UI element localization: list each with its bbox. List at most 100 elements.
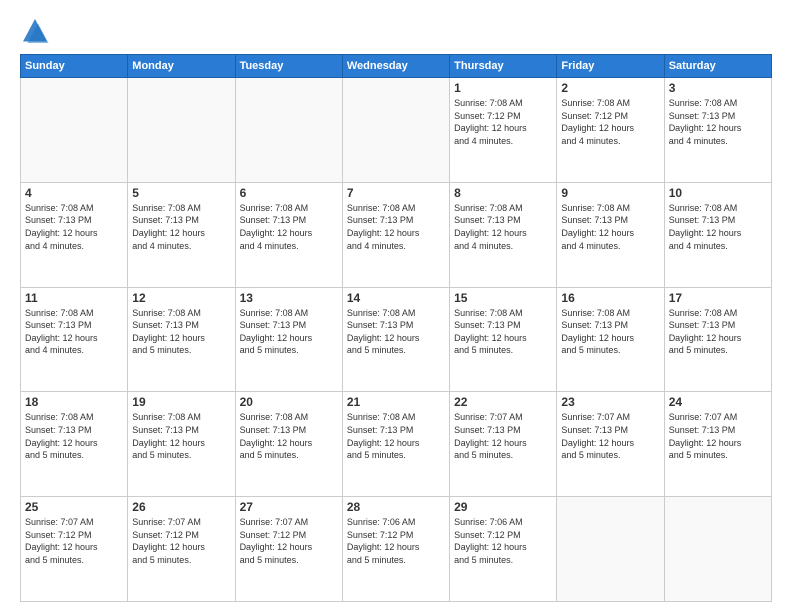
calendar-table: SundayMondayTuesdayWednesdayThursdayFrid… [20, 54, 772, 602]
day-number: 11 [25, 291, 123, 305]
weekday-monday: Monday [128, 55, 235, 78]
day-number: 5 [132, 186, 230, 200]
day-info: Sunrise: 7:08 AM Sunset: 7:13 PM Dayligh… [454, 202, 552, 252]
day-cell: 28 Sunrise: 7:06 AM Sunset: 7:12 PM Dayli… [342, 497, 449, 602]
day-number: 26 [132, 500, 230, 514]
day-info: Sunrise: 7:07 AM Sunset: 7:13 PM Dayligh… [669, 411, 767, 461]
day-number: 3 [669, 81, 767, 95]
week-row-0: 1 Sunrise: 7:08 AM Sunset: 7:12 PM Daylig… [21, 78, 772, 183]
day-cell: 15 Sunrise: 7:08 AM Sunset: 7:13 PM Dayli… [450, 287, 557, 392]
day-cell: 22 Sunrise: 7:07 AM Sunset: 7:13 PM Dayli… [450, 392, 557, 497]
day-info: Sunrise: 7:08 AM Sunset: 7:13 PM Dayligh… [240, 411, 338, 461]
day-number: 17 [669, 291, 767, 305]
logo-icon [20, 16, 50, 46]
day-cell: 5 Sunrise: 7:08 AM Sunset: 7:13 PM Daylig… [128, 182, 235, 287]
day-number: 8 [454, 186, 552, 200]
day-info: Sunrise: 7:08 AM Sunset: 7:13 PM Dayligh… [347, 307, 445, 357]
day-cell: 2 Sunrise: 7:08 AM Sunset: 7:12 PM Daylig… [557, 78, 664, 183]
week-row-4: 25Sunrise: 7:07 AM Sunset: 7:12 PM Dayli… [21, 497, 772, 602]
day-number: 7 [347, 186, 445, 200]
day-cell: 12 Sunrise: 7:08 AM Sunset: 7:13 PM Dayli… [128, 287, 235, 392]
day-info: Sunrise: 7:08 AM Sunset: 7:13 PM Dayligh… [347, 411, 445, 461]
day-cell [235, 78, 342, 183]
day-cell [664, 497, 771, 602]
day-number: 27 [240, 500, 338, 514]
day-number: 28 [347, 500, 445, 514]
day-number: 24 [669, 395, 767, 409]
day-info: Sunrise: 7:08 AM Sunset: 7:13 PM Dayligh… [454, 307, 552, 357]
logo [20, 16, 54, 46]
day-cell: 24 Sunrise: 7:07 AM Sunset: 7:13 PM Dayli… [664, 392, 771, 497]
day-info: Sunrise: 7:08 AM Sunset: 7:13 PM Dayligh… [25, 411, 123, 461]
day-cell: 18 Sunrise: 7:08 AM Sunset: 7:13 PM Dayli… [21, 392, 128, 497]
day-cell [342, 78, 449, 183]
day-number: 12 [132, 291, 230, 305]
week-row-2: 11 Sunrise: 7:08 AM Sunset: 7:13 PM Dayli… [21, 287, 772, 392]
day-info: Sunrise: 7:08 AM Sunset: 7:13 PM Dayligh… [561, 307, 659, 357]
day-info: Sunrise: 7:08 AM Sunset: 7:12 PM Dayligh… [454, 97, 552, 147]
day-cell: 11 Sunrise: 7:08 AM Sunset: 7:13 PM Dayli… [21, 287, 128, 392]
day-cell: 7 Sunrise: 7:08 AM Sunset: 7:13 PM Daylig… [342, 182, 449, 287]
day-number: 9 [561, 186, 659, 200]
day-info: Sunrise: 7:07 AM Sunset: 7:13 PM Dayligh… [561, 411, 659, 461]
day-info: Sunrise: 7:06 AM Sunset: 7:12 PM Dayligh… [454, 516, 552, 566]
day-number: 10 [669, 186, 767, 200]
day-info: Sunrise: 7:08 AM Sunset: 7:13 PM Dayligh… [347, 202, 445, 252]
day-info: Sunrise: 7:07 AM Sunset: 7:12 PM Dayligh… [25, 516, 123, 566]
day-cell: 19 Sunrise: 7:08 AM Sunset: 7:13 PM Dayli… [128, 392, 235, 497]
day-info: Sunrise: 7:08 AM Sunset: 7:13 PM Dayligh… [669, 307, 767, 357]
day-cell: 16 Sunrise: 7:08 AM Sunset: 7:13 PM Dayli… [557, 287, 664, 392]
week-row-3: 18 Sunrise: 7:08 AM Sunset: 7:13 PM Dayli… [21, 392, 772, 497]
day-info: Sunrise: 7:08 AM Sunset: 7:13 PM Dayligh… [132, 307, 230, 357]
day-cell: 3Sunrise: 7:08 AM Sunset: 7:13 PM Daylig… [664, 78, 771, 183]
day-info: Sunrise: 7:08 AM Sunset: 7:13 PM Dayligh… [561, 202, 659, 252]
day-cell [557, 497, 664, 602]
day-number: 19 [132, 395, 230, 409]
day-info: Sunrise: 7:07 AM Sunset: 7:12 PM Dayligh… [240, 516, 338, 566]
day-info: Sunrise: 7:08 AM Sunset: 7:12 PM Dayligh… [561, 97, 659, 147]
day-number: 29 [454, 500, 552, 514]
day-cell: 8 Sunrise: 7:08 AM Sunset: 7:13 PM Daylig… [450, 182, 557, 287]
day-number: 16 [561, 291, 659, 305]
day-number: 1 [454, 81, 552, 95]
day-cell: 27 Sunrise: 7:07 AM Sunset: 7:12 PM Dayli… [235, 497, 342, 602]
header [20, 16, 772, 46]
day-cell: 14 Sunrise: 7:08 AM Sunset: 7:13 PM Dayli… [342, 287, 449, 392]
day-number: 22 [454, 395, 552, 409]
day-number: 13 [240, 291, 338, 305]
weekday-header-row: SundayMondayTuesdayWednesdayThursdayFrid… [21, 55, 772, 78]
day-number: 15 [454, 291, 552, 305]
weekday-saturday: Saturday [664, 55, 771, 78]
day-number: 14 [347, 291, 445, 305]
day-number: 21 [347, 395, 445, 409]
day-info: Sunrise: 7:06 AM Sunset: 7:12 PM Dayligh… [347, 516, 445, 566]
day-cell: 17 Sunrise: 7:08 AM Sunset: 7:13 PM Dayli… [664, 287, 771, 392]
day-number: 23 [561, 395, 659, 409]
day-cell: 4Sunrise: 7:08 AM Sunset: 7:13 PM Daylig… [21, 182, 128, 287]
day-cell: 21 Sunrise: 7:08 AM Sunset: 7:13 PM Dayli… [342, 392, 449, 497]
day-cell: 1 Sunrise: 7:08 AM Sunset: 7:12 PM Daylig… [450, 78, 557, 183]
day-info: Sunrise: 7:07 AM Sunset: 7:13 PM Dayligh… [454, 411, 552, 461]
weekday-tuesday: Tuesday [235, 55, 342, 78]
day-info: Sunrise: 7:08 AM Sunset: 7:13 PM Dayligh… [240, 307, 338, 357]
day-cell: 13 Sunrise: 7:08 AM Sunset: 7:13 PM Dayli… [235, 287, 342, 392]
day-info: Sunrise: 7:08 AM Sunset: 7:13 PM Dayligh… [132, 411, 230, 461]
day-info: Sunrise: 7:08 AM Sunset: 7:13 PM Dayligh… [669, 202, 767, 252]
page: SundayMondayTuesdayWednesdayThursdayFrid… [0, 0, 792, 612]
day-cell [21, 78, 128, 183]
day-cell: 29 Sunrise: 7:06 AM Sunset: 7:12 PM Dayli… [450, 497, 557, 602]
weekday-friday: Friday [557, 55, 664, 78]
day-info: Sunrise: 7:08 AM Sunset: 7:13 PM Dayligh… [132, 202, 230, 252]
day-info: Sunrise: 7:07 AM Sunset: 7:12 PM Dayligh… [132, 516, 230, 566]
day-cell: 20 Sunrise: 7:08 AM Sunset: 7:13 PM Dayli… [235, 392, 342, 497]
day-cell: 9 Sunrise: 7:08 AM Sunset: 7:13 PM Daylig… [557, 182, 664, 287]
day-cell: 10 Sunrise: 7:08 AM Sunset: 7:13 PM Dayli… [664, 182, 771, 287]
day-number: 18 [25, 395, 123, 409]
day-number: 20 [240, 395, 338, 409]
weekday-sunday: Sunday [21, 55, 128, 78]
day-cell: 23 Sunrise: 7:07 AM Sunset: 7:13 PM Dayli… [557, 392, 664, 497]
day-cell: 26 Sunrise: 7:07 AM Sunset: 7:12 PM Dayli… [128, 497, 235, 602]
day-info: Sunrise: 7:08 AM Sunset: 7:13 PM Dayligh… [25, 307, 123, 357]
day-cell: 6Sunrise: 7:08 AM Sunset: 7:13 PM Daylig… [235, 182, 342, 287]
day-number: 2 [561, 81, 659, 95]
